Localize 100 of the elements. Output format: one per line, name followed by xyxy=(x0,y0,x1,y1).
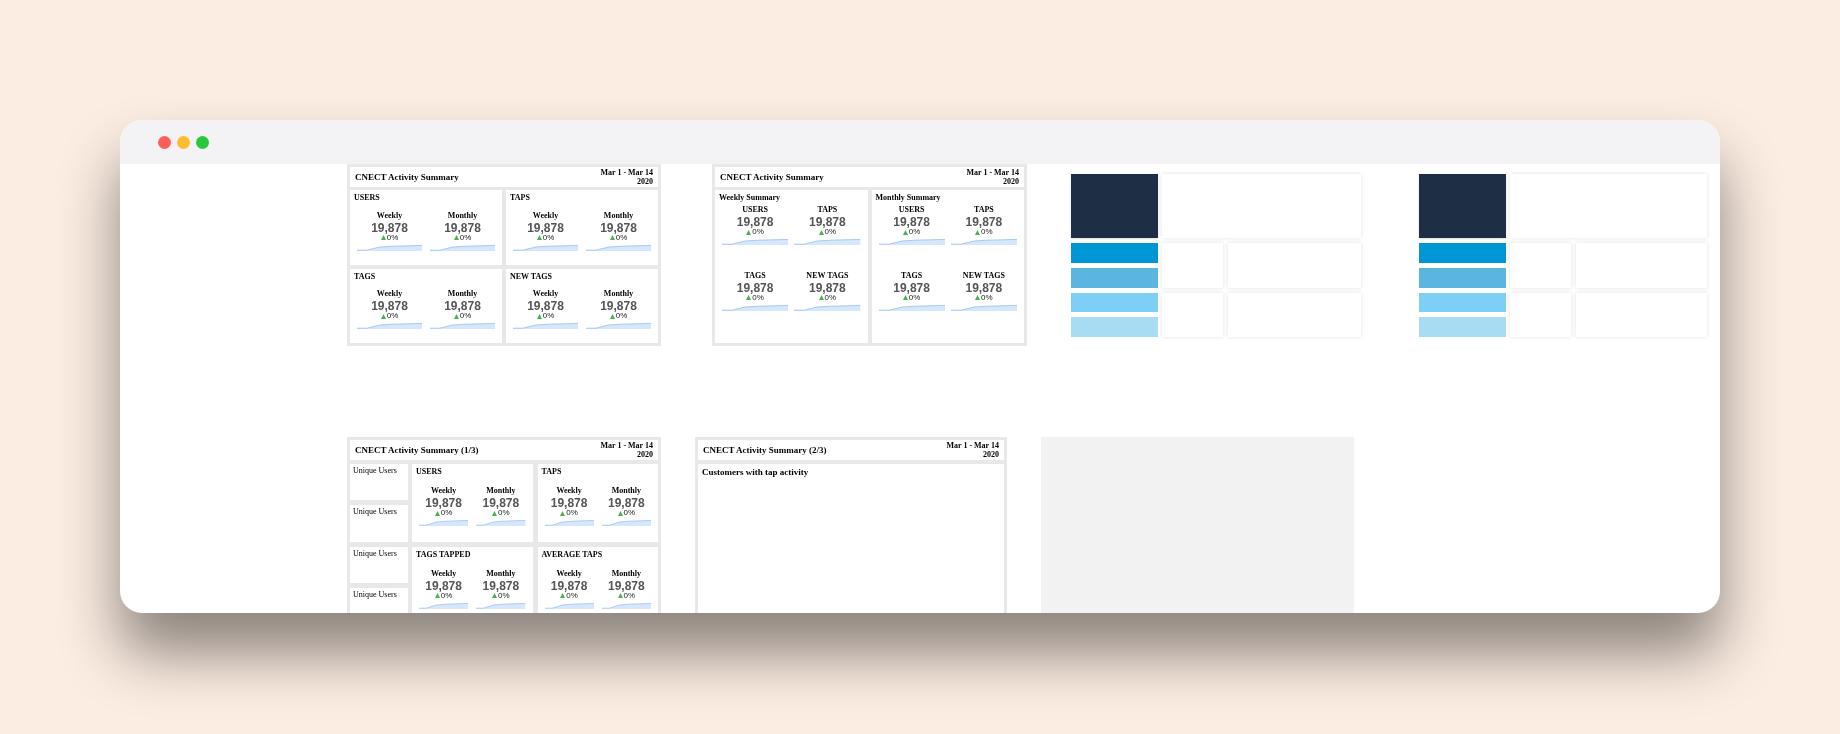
card-title: TAGS TAPPED xyxy=(416,550,472,559)
up-triangle-icon xyxy=(746,229,752,235)
card-title: Unique Users xyxy=(353,508,398,517)
up-triangle-icon xyxy=(609,313,615,319)
metric-label: Monthly xyxy=(603,211,634,220)
sparkline-chart xyxy=(586,321,651,330)
metric-value: 19,878 xyxy=(893,281,930,294)
board-title: CNECT Activity Summary xyxy=(720,172,824,182)
up-triangle-icon xyxy=(818,229,824,235)
sparkline-chart xyxy=(601,600,651,609)
sparkline-chart xyxy=(357,321,422,330)
up-triangle-icon xyxy=(434,510,440,516)
metric-label: Monthly xyxy=(486,569,516,578)
sparkline-chart xyxy=(357,242,422,251)
date-year: 2020 xyxy=(637,177,653,186)
sparkline-chart xyxy=(513,321,578,330)
sparkline-chart xyxy=(476,600,526,609)
up-triangle-icon xyxy=(975,295,981,300)
date-range: Mar 1 - Mar 14 xyxy=(966,168,1019,177)
metric-label: Weekly xyxy=(430,487,457,496)
board-title: CNECT Activity Summary (2/3) xyxy=(703,445,827,455)
metric-label: Weekly xyxy=(556,487,582,496)
metric-value: 19,878 xyxy=(965,281,1003,294)
sparkline-chart xyxy=(544,600,594,609)
up-triangle-icon xyxy=(617,510,623,516)
metric-value: 19,878 xyxy=(527,221,564,234)
metric-value: 19,878 xyxy=(425,579,462,592)
change-percent: 0% xyxy=(623,591,636,600)
change-percent: 0% xyxy=(824,293,837,302)
board-title: CNECT Activity Summary xyxy=(355,172,459,182)
change-percent: 0% xyxy=(981,228,993,236)
metric-label: TAGS xyxy=(744,271,766,280)
date-year: 2020 xyxy=(1003,177,1019,186)
card-title: TAPS xyxy=(541,468,563,476)
up-triangle-icon xyxy=(492,510,498,516)
up-triangle-icon xyxy=(380,235,386,241)
card-title: Monthly Summary xyxy=(875,194,942,202)
metric-label: USERS xyxy=(898,206,925,214)
change-percent: 0% xyxy=(752,228,764,236)
change-percent: 0% xyxy=(386,233,399,242)
metric-value: 19,878 xyxy=(736,281,774,294)
metric-value: 19,878 xyxy=(809,216,846,228)
change-percent: 0% xyxy=(542,233,555,242)
change-percent: 0% xyxy=(981,293,993,302)
sparkline-chart xyxy=(601,518,651,527)
window-control[interactable] xyxy=(196,135,209,149)
card-title: AVERAGE TAPS xyxy=(541,550,604,559)
metric-value: 19,878 xyxy=(482,497,520,510)
sparkline-chart xyxy=(878,302,945,311)
board-title: CNECT Activity Summary (1/3) xyxy=(355,445,479,455)
up-triangle-icon xyxy=(818,295,824,300)
card-title: Unique Users xyxy=(353,590,398,599)
card-title: USERS xyxy=(354,194,381,202)
change-percent: 0% xyxy=(386,312,399,321)
window-control[interactable] xyxy=(177,135,190,149)
up-triangle-icon xyxy=(746,295,752,300)
change-percent: 0% xyxy=(908,293,921,302)
card-title: Unique Users xyxy=(353,467,398,475)
card-title: USERS xyxy=(416,468,443,476)
metric-value: 19,878 xyxy=(600,300,637,313)
card-title: Unique Users xyxy=(353,549,398,558)
change-percent: 0% xyxy=(440,591,453,600)
metric-label: Monthly xyxy=(611,487,642,496)
metric-value: 19,878 xyxy=(965,216,1003,228)
window-control[interactable] xyxy=(158,135,171,149)
up-triangle-icon xyxy=(453,235,459,241)
sparkline-chart xyxy=(950,302,1017,311)
metric-value: 19,878 xyxy=(371,300,408,313)
empty-thumbnail[interactable] xyxy=(1041,437,1354,613)
sparkline-chart xyxy=(794,237,861,245)
metric-label: Weekly xyxy=(376,211,403,220)
dashboard-thumbnail[interactable]: CNECT Activity Summary (2/3) Mar 1 - Mar 14 2020 Customers with tap activity xyxy=(695,437,1007,613)
dashboard-thumbnail[interactable] xyxy=(347,164,661,346)
metric-value: 19,878 xyxy=(444,221,481,234)
metric-value: 19,878 xyxy=(608,579,645,592)
up-triangle-icon xyxy=(560,510,566,516)
sparkline-chart xyxy=(950,237,1017,245)
up-triangle-icon xyxy=(975,229,981,235)
change-percent: 0% xyxy=(908,228,921,236)
change-percent: 0% xyxy=(566,509,578,518)
card-title: TAPS xyxy=(510,194,531,202)
metric-label: NEW TAGS xyxy=(806,271,849,280)
metric-value: 19,878 xyxy=(371,221,408,234)
dashboard-thumbnail[interactable] xyxy=(712,164,1027,346)
sparkline-chart xyxy=(513,242,578,251)
metric-label: TAGS xyxy=(901,271,923,280)
metric-value: 19,878 xyxy=(893,216,930,228)
dashboard-thumbnail[interactable] xyxy=(347,437,661,613)
sparkline-chart xyxy=(586,242,651,251)
change-percent: 0% xyxy=(824,228,837,236)
sparkline-chart xyxy=(722,237,789,245)
card-title: Customers with tap activity xyxy=(702,468,810,477)
metric-label: Monthly xyxy=(447,211,478,220)
up-triangle-icon xyxy=(536,313,542,319)
metric-value: 19,878 xyxy=(608,497,645,510)
sparkline-chart xyxy=(544,518,594,527)
sparkline-chart xyxy=(419,518,469,527)
change-percent: 0% xyxy=(498,591,510,600)
metric-label: USERS xyxy=(742,206,768,214)
change-percent: 0% xyxy=(752,293,764,302)
